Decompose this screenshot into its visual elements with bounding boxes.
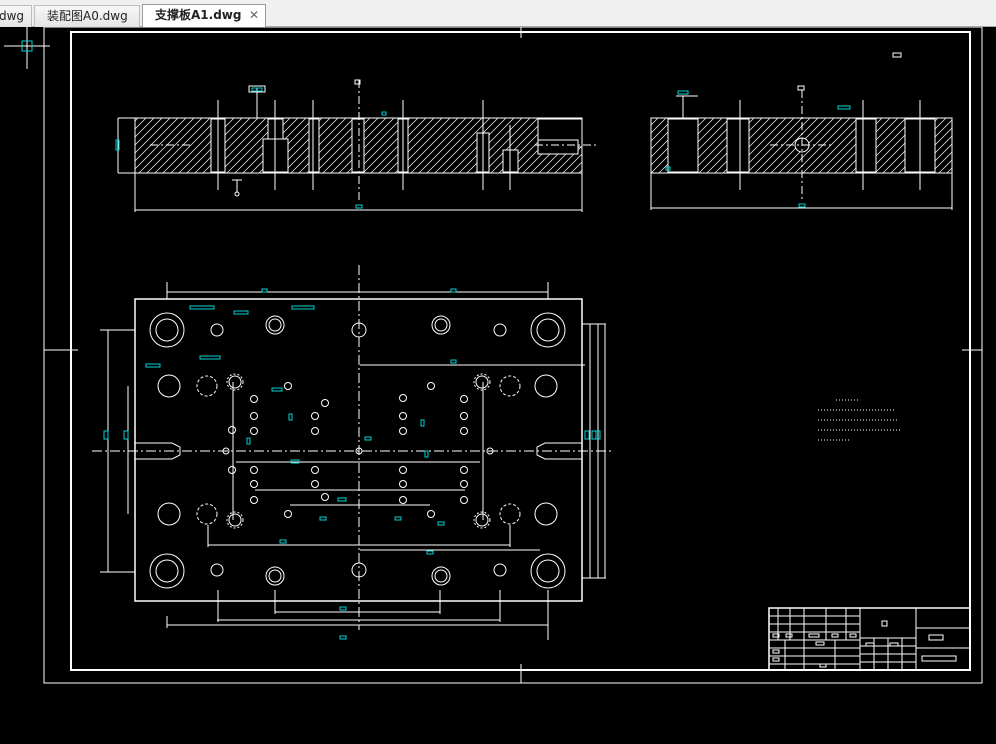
top-plan-view: [92, 265, 612, 640]
technical-requirements-block: [818, 399, 900, 441]
title-block: [768, 607, 971, 671]
side-section-view: [650, 85, 953, 210]
cad-drawing: [4, 27, 983, 684]
crosshair-cursor: [4, 27, 50, 69]
document-tab-bar: dwg 装配图A0.dwg 支撑板A1.dwg ✕: [0, 0, 996, 27]
pin-hole-pattern: [222, 382, 494, 518]
tab-support-plate[interactable]: 支撑板A1.dwg ✕: [142, 4, 266, 27]
tab-assembly-drawing[interactable]: 装配图A0.dwg: [34, 5, 140, 27]
front-section-view: [117, 79, 596, 212]
tab-label: 支撑板A1.dwg: [155, 8, 242, 22]
tab-label: 装配图A0.dwg: [47, 9, 128, 23]
tab-dwg[interactable]: dwg: [0, 5, 32, 27]
close-icon[interactable]: ✕: [249, 5, 259, 25]
tab-label: dwg: [0, 9, 25, 23]
drawing-canvas[interactable]: [0, 27, 996, 744]
plan-view-dimension-markers: [103, 288, 601, 640]
